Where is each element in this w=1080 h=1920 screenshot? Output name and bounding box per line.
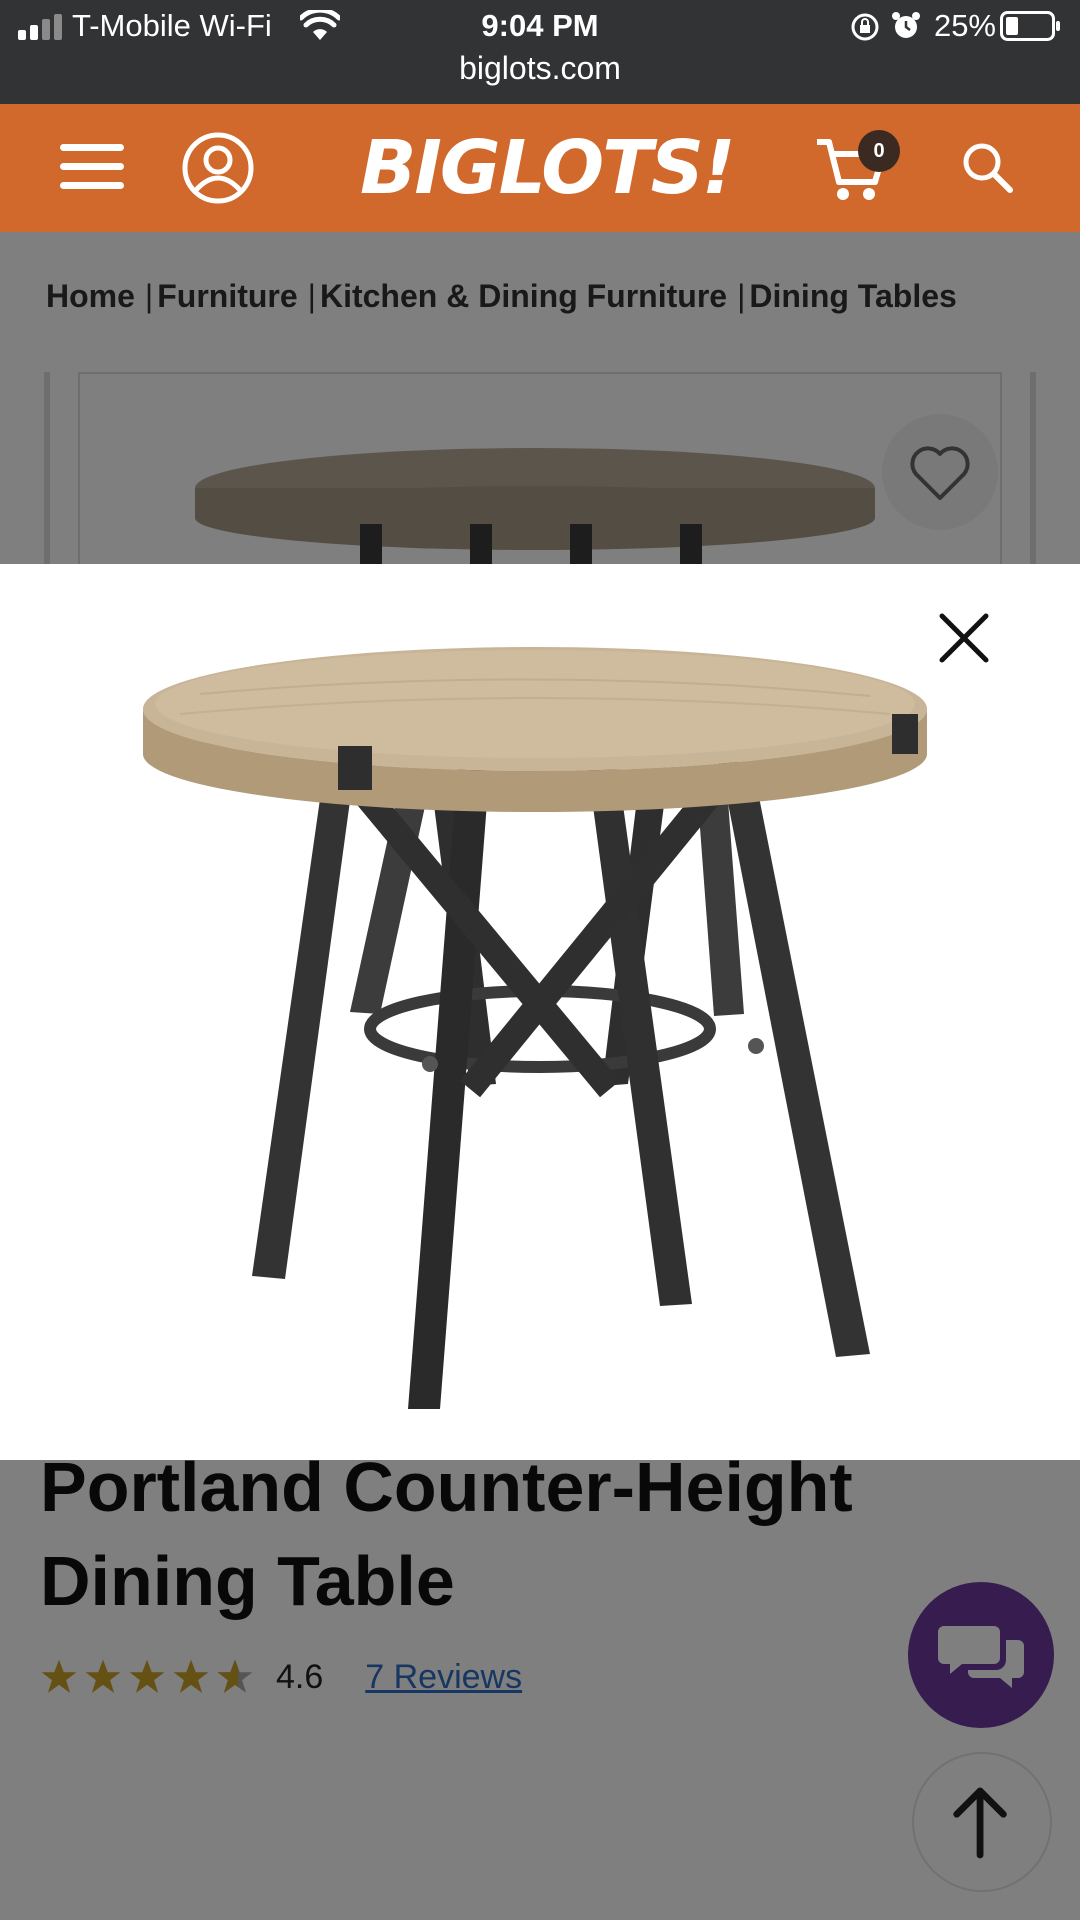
product-zoom-image[interactable]	[140, 644, 930, 1434]
image-zoom-modal	[0, 564, 1080, 1460]
battery-icon	[1000, 11, 1060, 41]
close-icon[interactable]	[934, 608, 994, 668]
status-bar: T-Mobile Wi-Fi 9:04 PM 25% biglots.com	[0, 0, 1080, 104]
site-logo[interactable]: BIGLOTS!	[360, 128, 736, 208]
cart-count-badge: 0	[858, 130, 900, 172]
site-header: BIGLOTS! 0	[0, 104, 1080, 232]
menu-icon[interactable]	[60, 142, 124, 192]
battery-percent: 25%	[933, 8, 996, 43]
account-icon[interactable]	[182, 132, 254, 204]
url-bar[interactable]: biglots.com	[0, 50, 1080, 87]
alarm-icon	[892, 12, 920, 38]
rotation-lock-icon	[851, 13, 879, 41]
search-icon[interactable]	[962, 142, 1014, 194]
